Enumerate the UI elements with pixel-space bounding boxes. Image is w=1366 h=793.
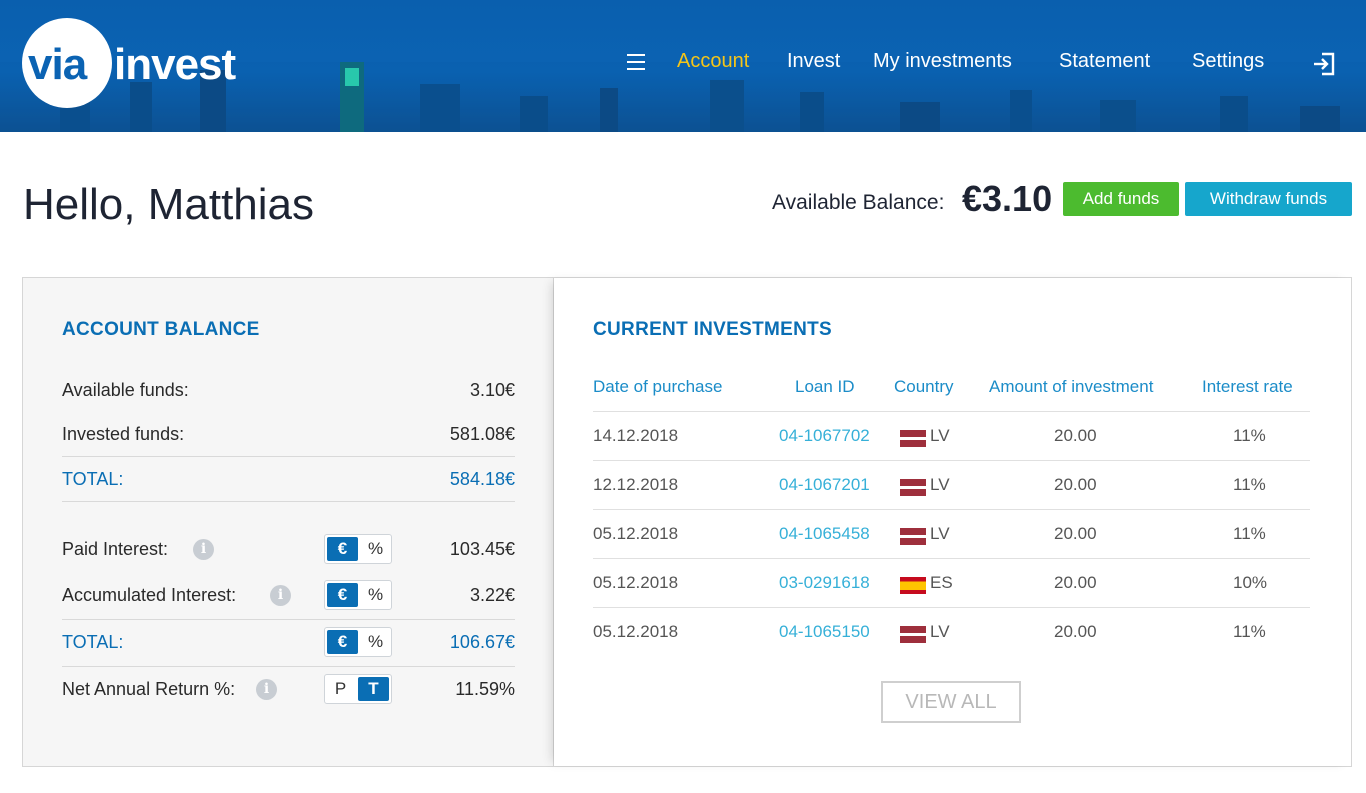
col-header-loan-id[interactable]: Loan ID <box>795 377 855 397</box>
purchase-date: 05.12.2018 <box>593 573 679 592</box>
purchase-date: 05.12.2018 <box>593 524 679 543</box>
interest-rate: 10% <box>1233 573 1268 592</box>
euro-toggle-button[interactable]: € <box>327 630 358 654</box>
col-header-country[interactable]: Country <box>894 377 954 397</box>
available-balance-label: Available Balance: <box>772 191 945 214</box>
info-icon[interactable]: i <box>270 585 291 606</box>
funds-total-value: 584.18€ <box>449 469 515 489</box>
info-icon[interactable]: i <box>193 539 214 560</box>
nav-account[interactable]: Account <box>677 50 749 73</box>
latvia-flag-icon <box>900 528 926 545</box>
available-balance-value: €3.10 <box>962 178 1053 219</box>
col-header-date[interactable]: Date of purchase <box>593 377 722 397</box>
nav-statement[interactable]: Statement <box>1059 50 1150 73</box>
available-funds-row: Available funds: 3.10€ <box>62 368 515 412</box>
spain-flag-icon <box>900 577 926 594</box>
investment-amount: 20.00 <box>1054 475 1097 494</box>
col-header-interest-rate[interactable]: Interest rate <box>1202 377 1293 397</box>
account-balance-panel: ACCOUNT BALANCE Available funds: 3.10€ I… <box>23 278 554 766</box>
latvia-flag-icon <box>900 479 926 496</box>
percent-toggle-button[interactable]: % <box>360 581 391 609</box>
percent-toggle-button[interactable]: % <box>360 535 391 563</box>
funds-total-row: TOTAL: 584.18€ <box>62 457 515 501</box>
paid-interest-row: Paid Interest: i € % 103.45€ <box>62 527 515 571</box>
net-return-mode-toggle: P T <box>324 674 392 704</box>
loan-id-link[interactable]: 03-0291618 <box>779 573 870 593</box>
investment-amount: 20.00 <box>1054 524 1097 543</box>
info-icon[interactable]: i <box>256 679 277 700</box>
latvia-flag-icon <box>900 430 926 447</box>
table-row: 05.12.2018 03-0291618 ES 20.00 10% <box>593 558 1310 607</box>
greeting-title: Hello, Matthias <box>23 180 315 229</box>
investment-amount: 20.00 <box>1054 426 1097 445</box>
main-nav: Account Invest My investments Statement … <box>0 50 1366 78</box>
available-funds-value: 3.10€ <box>469 380 515 400</box>
country-code: LV <box>930 622 950 641</box>
purchase-date: 12.12.2018 <box>593 475 679 494</box>
table-row: 05.12.2018 04-1065150 LV 20.00 11% <box>593 607 1310 656</box>
euro-toggle-button[interactable]: € <box>327 583 358 607</box>
nav-invest[interactable]: Invest <box>787 50 840 73</box>
purchase-date: 05.12.2018 <box>593 622 679 641</box>
interest-total-label: TOTAL: <box>62 632 124 652</box>
interest-total-value: 106.67€ <box>449 632 515 652</box>
paid-interest-label: Paid Interest: <box>62 539 169 559</box>
account-balance-title: ACCOUNT BALANCE <box>62 319 260 340</box>
country-code: ES <box>930 573 953 592</box>
withdraw-funds-button[interactable]: Withdraw funds <box>1185 182 1352 216</box>
interest-rate: 11% <box>1233 622 1266 641</box>
table-row: 14.12.2018 04-1067702 LV 20.00 11% <box>593 411 1310 460</box>
net-annual-return-label: Net Annual Return %: <box>62 679 236 699</box>
country-code: LV <box>930 475 950 494</box>
latvia-flag-icon <box>900 626 926 643</box>
col-header-amount[interactable]: Amount of investment <box>989 377 1153 397</box>
country-code: LV <box>930 524 950 543</box>
current-investments-title: CURRENT INVESTMENTS <box>593 319 832 340</box>
loan-id-link[interactable]: 04-1067702 <box>779 426 870 446</box>
interest-rate: 11% <box>1233 524 1266 543</box>
divider <box>62 501 515 502</box>
current-investments-panel: CURRENT INVESTMENTS Date of purchase Loa… <box>554 278 1351 766</box>
investment-amount: 20.00 <box>1054 622 1097 641</box>
interest-rate: 11% <box>1233 475 1266 494</box>
country-code: LV <box>930 426 950 445</box>
interest-total-unit-toggle: € % <box>324 627 392 657</box>
nav-settings[interactable]: Settings <box>1192 50 1264 73</box>
loan-id-link[interactable]: 04-1065458 <box>779 524 870 544</box>
interest-total-row: TOTAL: € % 106.67€ <box>62 620 515 664</box>
loan-id-link[interactable]: 04-1065150 <box>779 622 870 642</box>
t-toggle-button[interactable]: T <box>358 677 389 701</box>
paid-interest-unit-toggle: € % <box>324 534 392 564</box>
invested-funds-row: Invested funds: 581.08€ <box>62 412 515 456</box>
net-annual-return-value: 11.59% <box>455 679 515 699</box>
invested-funds-value: 581.08€ <box>449 424 515 444</box>
euro-toggle-button[interactable]: € <box>327 537 358 561</box>
net-annual-return-row: Net Annual Return %: i P T 11.59% <box>62 667 515 711</box>
funds-total-label: TOTAL: <box>62 469 124 489</box>
nav-my-investments[interactable]: My investments <box>873 50 1012 73</box>
available-funds-label: Available funds: <box>62 380 189 400</box>
accumulated-interest-label: Accumulated Interest: <box>62 585 237 605</box>
accumulated-interest-value: 3.22€ <box>469 585 515 605</box>
purchase-date: 14.12.2018 <box>593 426 679 445</box>
add-funds-button[interactable]: Add funds <box>1063 182 1179 216</box>
accumulated-interest-unit-toggle: € % <box>324 580 392 610</box>
p-toggle-button[interactable]: P <box>325 675 356 703</box>
interest-rate: 11% <box>1233 426 1266 445</box>
loan-id-link[interactable]: 04-1067201 <box>779 475 870 495</box>
paid-interest-value: 103.45€ <box>449 539 515 559</box>
invested-funds-label: Invested funds: <box>62 424 185 444</box>
investment-amount: 20.00 <box>1054 573 1097 592</box>
table-row: 12.12.2018 04-1067201 LV 20.00 11% <box>593 460 1310 509</box>
logout-icon[interactable] <box>1313 52 1335 76</box>
view-all-button[interactable]: VIEW ALL <box>881 681 1021 723</box>
dashboard-panels: ACCOUNT BALANCE Available funds: 3.10€ I… <box>22 277 1352 767</box>
top-header: via invest Account Invest My investments… <box>0 0 1366 132</box>
table-row: 05.12.2018 04-1065458 LV 20.00 11% <box>593 509 1310 558</box>
accumulated-interest-row: Accumulated Interest: i € % 3.22€ <box>62 573 515 617</box>
percent-toggle-button[interactable]: % <box>360 628 391 656</box>
